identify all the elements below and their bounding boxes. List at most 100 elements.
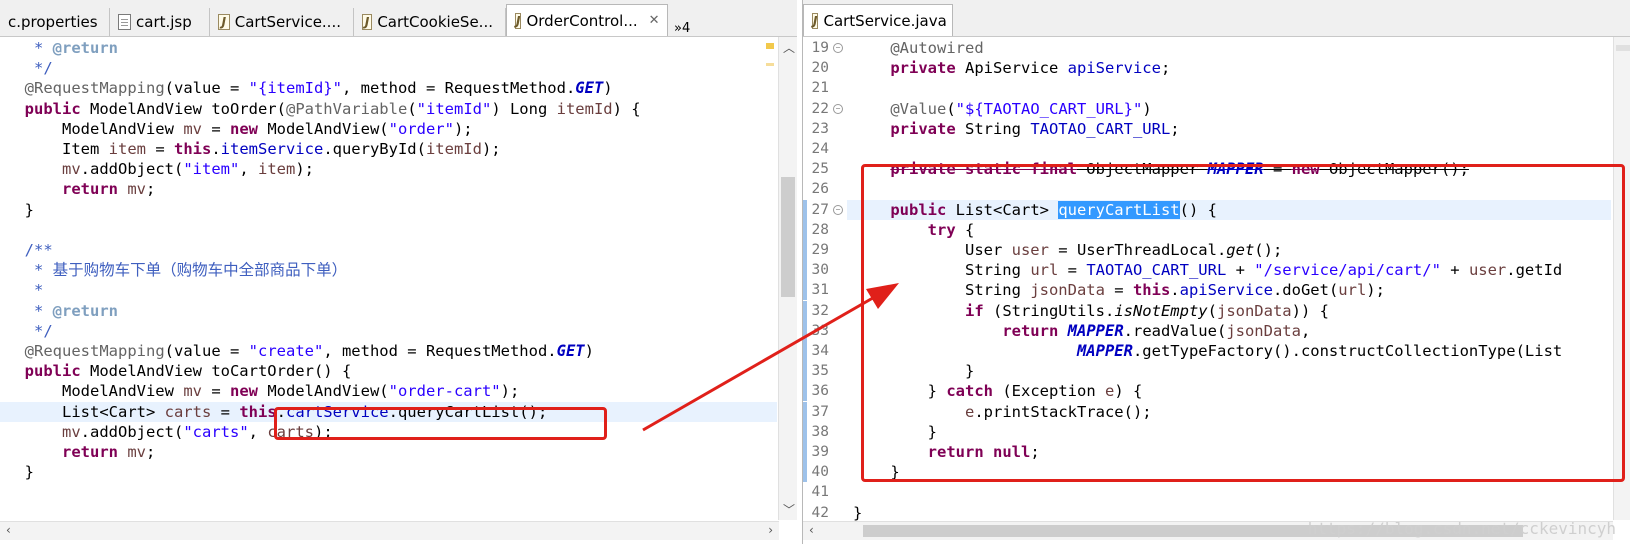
left-scroll-thumb[interactable] [781, 177, 795, 297]
code-token: ); [1366, 281, 1385, 300]
code-line[interactable] [803, 78, 1611, 98]
code-line[interactable]: * [0, 280, 777, 300]
code-token: "${TAOTAO_CART_URL}" [955, 99, 1143, 118]
code-line[interactable] [0, 220, 777, 240]
code-token: public [24, 362, 81, 381]
code-line[interactable]: @Autowired [803, 38, 1611, 58]
code-line[interactable]: return null; [803, 442, 1611, 462]
code-token: new [229, 119, 258, 138]
code-line[interactable] [803, 179, 1611, 199]
code-line[interactable]: public List<Cart> queryCartList() { [803, 199, 1611, 220]
tab-overflow-button[interactable]: »4 [668, 21, 696, 36]
scroll-left-icon[interactable]: ‹ [6, 523, 11, 537]
code-line[interactable]: if (StringUtils.isNotEmpty(jsonData)) { [803, 301, 1611, 321]
fold-toggle-icon[interactable]: − [833, 204, 843, 215]
code-line[interactable]: /** [0, 240, 777, 260]
annotation-marker[interactable] [766, 43, 774, 49]
scroll-left-icon[interactable]: ‹ [809, 523, 814, 537]
code-line[interactable]: String url = TAOTAO_CART_URL + "/service… [803, 260, 1611, 280]
code-token: item [258, 160, 296, 179]
code-line[interactable]: return mv; [0, 179, 777, 199]
tab-label: CartService.... [234, 13, 341, 31]
code-line[interactable]: User user = UserThreadLocal.get(); [803, 240, 1611, 260]
code-token: (value = [164, 79, 249, 98]
code-token: ) [1142, 99, 1152, 118]
code-line[interactable]: } [803, 462, 1611, 482]
code-line[interactable]: * 基于购物车下单（购物车中全部商品下单） [0, 260, 777, 280]
code-line[interactable]: } [803, 422, 1611, 442]
scroll-right-icon[interactable]: › [768, 523, 773, 537]
code-line[interactable] [803, 482, 1611, 502]
code-line[interactable]: * @return [0, 38, 777, 58]
code-token: this [1132, 281, 1171, 300]
code-line[interactable]: return mv; [0, 442, 777, 462]
code-line[interactable]: try { [803, 220, 1611, 240]
code-line[interactable]: } catch (Exception e) { [803, 381, 1611, 401]
code-line[interactable]: Item item = this.itemService.queryById(i… [0, 139, 777, 159]
code-token: url [1338, 281, 1367, 300]
code-token: String [853, 281, 1031, 300]
fold-toggle-icon[interactable]: − [833, 43, 843, 53]
right-scroll-thumb[interactable] [1616, 45, 1630, 51]
code-text: } [853, 361, 974, 381]
code-line[interactable]: ModelAndView mv = new ModelAndView("orde… [0, 119, 777, 139]
code-token: private [890, 59, 956, 78]
code-line[interactable]: List<Cart> carts = this.cartService.quer… [0, 401, 777, 422]
code-token: .addObject( [80, 422, 184, 441]
left-horizontal-scrollbar[interactable]: ‹ › [0, 521, 779, 540]
code-line[interactable]: MAPPER.getTypeFactory().constructCollect… [803, 341, 1611, 361]
code-line[interactable]: public ModelAndView toCartOrder() { [0, 361, 777, 381]
left-tab[interactable]: cart.jsp [110, 8, 210, 36]
code-line[interactable]: */ [0, 321, 777, 341]
left-code-area[interactable]: * @return */ @RequestMapping(value = "{i… [0, 37, 797, 520]
code-token: String [853, 261, 1031, 280]
code-token: ) { [612, 99, 641, 118]
scroll-down-icon[interactable]: ﹀ [783, 501, 795, 518]
code-line[interactable] [803, 139, 1611, 159]
code-line[interactable]: private ApiService apiService; [803, 58, 1611, 78]
code-line[interactable]: mv.addObject("item", item); [0, 159, 777, 179]
code-text: MAPPER.getTypeFactory().constructCollect… [853, 341, 1562, 361]
code-line[interactable]: return MAPPER.readValue(jsonData, [803, 321, 1611, 341]
left-tab[interactable]: J CartService.... [210, 8, 354, 36]
code-line[interactable]: @RequestMapping(value = "create", method… [0, 341, 777, 361]
right-code-area[interactable]: @Autowired private ApiService apiService… [803, 37, 1630, 522]
code-line[interactable]: } [803, 361, 1611, 381]
code-token: e [964, 402, 975, 421]
left-tab[interactable]: c.properties [0, 8, 110, 36]
left-vertical-scrollbar[interactable]: ︿ ﹀ [778, 37, 797, 520]
right-vertical-scrollbar[interactable] [1613, 37, 1630, 520]
code-token: return [62, 443, 118, 461]
code-text: */ [6, 58, 53, 78]
code-line[interactable]: ModelAndView mv = new ModelAndView("orde… [0, 381, 777, 401]
right-tab[interactable]: JCartService.java✕ [803, 4, 953, 36]
code-line[interactable]: public ModelAndView toOrder(@PathVariabl… [0, 99, 777, 119]
code-token: } [853, 503, 863, 522]
code-line[interactable]: @RequestMapping(value = "{itemId}", meth… [0, 78, 777, 98]
left-tab[interactable]: J OrderControl... ✕ [506, 4, 668, 36]
scroll-up-icon[interactable]: ︿ [783, 39, 795, 56]
code-text: private static final ObjectMapper MAPPER… [853, 159, 1469, 179]
code-line[interactable]: } [0, 462, 777, 482]
code-token: . [276, 402, 286, 421]
close-tab-icon[interactable]: ✕ [649, 5, 660, 36]
code-token: public [24, 99, 81, 118]
code-line[interactable]: e.printStackTrace(); [803, 402, 1611, 422]
annotation-marker[interactable] [766, 63, 774, 66]
code-line[interactable]: String jsonData = this.apiService.doGet(… [803, 280, 1611, 300]
code-line[interactable]: } [0, 200, 777, 220]
code-token: Item [6, 140, 109, 158]
code-line[interactable]: @Value("${TAOTAO_CART_URL}") [803, 99, 1611, 119]
code-line[interactable]: private String TAOTAO_CART_URL; [803, 119, 1611, 139]
right-editor: JCartService.java✕ @Autowired private Ap… [802, 0, 1630, 544]
code-line[interactable]: private static final ObjectMapper MAPPER… [803, 159, 1611, 179]
fold-toggle-icon[interactable]: − [833, 103, 843, 114]
line-number: 26 [811, 181, 829, 198]
code-token: MAPPER [1076, 342, 1133, 360]
code-token: ApiService [955, 59, 1068, 78]
code-line[interactable]: * @return [0, 301, 777, 321]
code-line[interactable]: mv.addObject("carts", carts); [0, 422, 777, 442]
left-tab[interactable]: J CartCookieSe... [354, 8, 506, 36]
code-line[interactable]: */ [0, 58, 777, 78]
